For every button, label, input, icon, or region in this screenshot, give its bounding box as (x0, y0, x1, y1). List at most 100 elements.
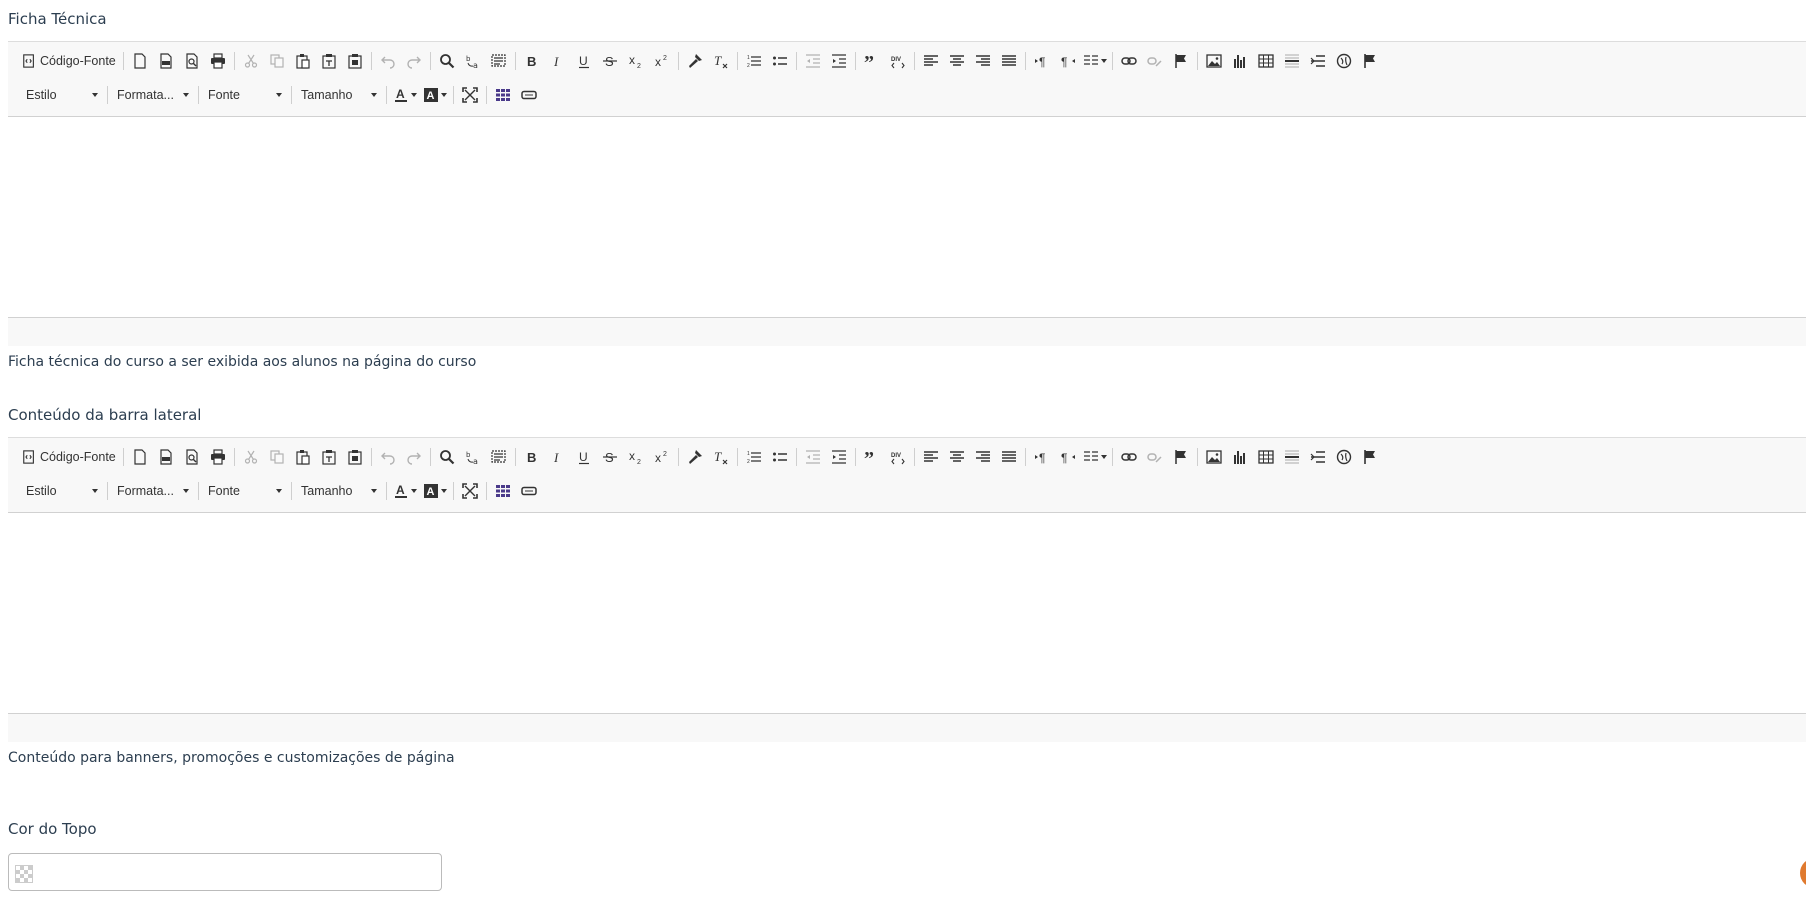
horizontal-line-button[interactable] (1279, 444, 1305, 470)
find-button[interactable] (434, 48, 460, 74)
export-pdf-button[interactable] (153, 48, 179, 74)
outdent-button[interactable] (800, 444, 826, 470)
text-color-button[interactable]: A (390, 478, 420, 504)
link-button[interactable] (1116, 48, 1142, 74)
image-button[interactable] (1201, 48, 1227, 74)
redo-button[interactable] (401, 444, 427, 470)
remove-format-button[interactable]: T (708, 48, 734, 74)
paste-button[interactable] (290, 444, 316, 470)
paste-button[interactable] (290, 48, 316, 74)
ltr-button[interactable]: ¶ (1029, 48, 1055, 74)
bold-button[interactable]: B (519, 48, 545, 74)
maximize-button[interactable] (457, 82, 483, 108)
find-button[interactable] (434, 444, 460, 470)
image-button[interactable] (1201, 444, 1227, 470)
subscript-button[interactable]: x2 (623, 444, 649, 470)
blockquote-button[interactable]: ” (859, 444, 885, 470)
copy-button[interactable] (264, 48, 290, 74)
style-combo[interactable]: Estilo (20, 479, 104, 503)
language-button[interactable] (1081, 48, 1109, 74)
paste-word-button[interactable] (342, 444, 368, 470)
language-button[interactable] (1081, 444, 1109, 470)
copy-button[interactable] (264, 444, 290, 470)
new-page-button[interactable] (127, 48, 153, 74)
rtl-button[interactable]: ¶ (1055, 444, 1081, 470)
button-widget-button[interactable] (516, 478, 542, 504)
bg-color-button[interactable]: A (420, 82, 450, 108)
copy-format-button[interactable] (682, 444, 708, 470)
ficha-tecnica-content-area[interactable] (8, 117, 1806, 318)
paste-word-button[interactable] (342, 48, 368, 74)
rtl-button[interactable]: ¶ (1055, 48, 1081, 74)
numbered-list-button[interactable]: 12 (741, 444, 767, 470)
strike-button[interactable]: S (597, 48, 623, 74)
ltr-button[interactable]: ¶ (1029, 444, 1055, 470)
floating-action-button[interactable] (1800, 858, 1806, 888)
anchor-button[interactable] (1168, 48, 1194, 74)
undo-button[interactable] (375, 444, 401, 470)
style-combo[interactable]: Estilo (20, 83, 104, 107)
preview-button[interactable] (179, 48, 205, 74)
remove-format-button[interactable]: T (708, 444, 734, 470)
align-center-button[interactable] (944, 48, 970, 74)
unlink-button[interactable] (1142, 444, 1168, 470)
source-button[interactable]: Código-Fonte (18, 48, 120, 74)
underline-button[interactable]: U (571, 48, 597, 74)
justify-button[interactable] (996, 48, 1022, 74)
bg-color-button[interactable]: A (420, 478, 450, 504)
font-combo[interactable]: Fonte (202, 479, 288, 503)
source-button[interactable]: Código-Fonte (18, 444, 120, 470)
show-blocks-button[interactable] (490, 478, 516, 504)
new-page-button[interactable] (127, 444, 153, 470)
sidebar-content-area[interactable] (8, 513, 1806, 714)
bulleted-list-button[interactable] (767, 48, 793, 74)
size-combo[interactable]: Tamanho (295, 479, 383, 503)
indent-button[interactable] (826, 48, 852, 74)
horizontal-line-button[interactable] (1279, 48, 1305, 74)
show-blocks-button[interactable] (490, 82, 516, 108)
subscript-button[interactable]: x2 (623, 48, 649, 74)
iframe-button[interactable] (1331, 48, 1357, 74)
font-combo[interactable]: Fonte (202, 83, 288, 107)
format-combo[interactable]: Formata... (111, 83, 195, 107)
page-break-button[interactable] (1305, 48, 1331, 74)
button-widget-button[interactable] (516, 82, 542, 108)
justify-button[interactable] (996, 444, 1022, 470)
table-button[interactable] (1253, 48, 1279, 74)
superscript-button[interactable]: x2 (649, 444, 675, 470)
italic-button[interactable]: I (545, 48, 571, 74)
format-combo[interactable]: Formata... (111, 479, 195, 503)
print-button[interactable] (205, 48, 231, 74)
chart-button[interactable] (1227, 48, 1253, 74)
replace-button[interactable]: ba (460, 444, 486, 470)
preview-button[interactable] (179, 444, 205, 470)
select-all-button[interactable] (486, 48, 512, 74)
undo-button[interactable] (375, 48, 401, 74)
iframe-button[interactable] (1331, 444, 1357, 470)
align-left-button[interactable] (918, 48, 944, 74)
bulleted-list-button[interactable] (767, 444, 793, 470)
chart-button[interactable] (1227, 444, 1253, 470)
replace-button[interactable]: ba (460, 48, 486, 74)
superscript-button[interactable]: x2 (649, 48, 675, 74)
export-pdf-button[interactable] (153, 444, 179, 470)
top-color-input[interactable] (8, 853, 442, 891)
indent-button[interactable] (826, 444, 852, 470)
cut-button[interactable] (238, 48, 264, 74)
copy-format-button[interactable] (682, 48, 708, 74)
align-right-button[interactable] (970, 48, 996, 74)
size-combo[interactable]: Tamanho (295, 83, 383, 107)
align-left-button[interactable] (918, 444, 944, 470)
bold-button[interactable]: B (519, 444, 545, 470)
text-color-button[interactable]: A (390, 82, 420, 108)
blockquote-button[interactable]: ” (859, 48, 885, 74)
paste-text-button[interactable] (316, 444, 342, 470)
page-break-button[interactable] (1305, 444, 1331, 470)
table-button[interactable] (1253, 444, 1279, 470)
maximize-button[interactable] (457, 478, 483, 504)
anchor-button[interactable] (1168, 444, 1194, 470)
unlink-button[interactable] (1142, 48, 1168, 74)
div-container-button[interactable]: DIV (885, 48, 911, 74)
numbered-list-button[interactable]: 12 (741, 48, 767, 74)
cut-button[interactable] (238, 444, 264, 470)
